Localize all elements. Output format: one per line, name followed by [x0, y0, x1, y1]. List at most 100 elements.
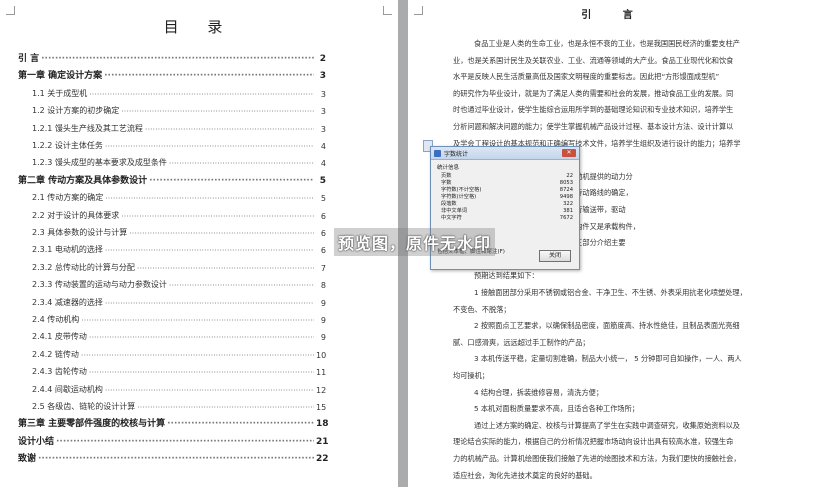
- toc-row[interactable]: 1.2.1 馒头生产线及其工艺流程 ·······················…: [32, 118, 326, 134]
- toc-row[interactable]: 2.4.3 齿轮传动 ······························…: [32, 361, 326, 377]
- toc-leader: ········································…: [168, 281, 314, 291]
- stat-row: 非中文单词 381: [437, 208, 573, 215]
- toc-row[interactable]: 2.2 对于设计的具体要求 ···························…: [32, 205, 326, 221]
- toc-row[interactable]: 2.3.2 总传动比的计算与分配 ························…: [32, 257, 326, 273]
- paragraph-line: 食品工业是人类的生命工业，也是永恒不衰的工业，也是我国国民经济的重要支柱产: [474, 39, 740, 48]
- toc-row[interactable]: 2.1 传动方案的确定 ·····························…: [32, 187, 326, 203]
- toc-row[interactable]: 2.3.1 电动机的选择 ····························…: [32, 239, 326, 255]
- stats-group-label: 统计信息: [437, 165, 460, 171]
- toc-label: 2.4 传动机构: [32, 315, 80, 324]
- toc-label: 致谢: [18, 454, 37, 465]
- toc-row[interactable]: 引 言 ·····································…: [18, 48, 326, 64]
- toc-page-number: 6: [320, 211, 326, 221]
- paragraph-line: 均可操机；: [453, 371, 489, 380]
- paragraph-line: 4 结构合理，拆装维修容易，清洗方便；: [474, 387, 604, 397]
- toc-label: 2.3.2 总传动比的计算与分配: [32, 262, 135, 272]
- toc-leader: ········································…: [149, 175, 314, 186]
- toc-row[interactable]: 1.2.2 设计主体任务 ····························…: [32, 135, 326, 151]
- toc-page-number: 3: [320, 89, 326, 99]
- toc-page-number: 7: [320, 263, 326, 273]
- paragraph-line: 通过上述方案的确定、校核与计算提高了学生在实践中调查研究，收集原始资料以及: [474, 420, 740, 430]
- toc-row[interactable]: 2.3.3 传动装置的运动与动力参数设计 ····················…: [32, 274, 326, 290]
- paragraph-line: 分析问题和解决问题的能力；使学生掌握机械产品设计过程、基本设计方法、设计计算以: [453, 122, 734, 131]
- close-icon[interactable]: ✕: [562, 149, 576, 157]
- toc-row[interactable]: 2.4.2 链传动 ·······························…: [32, 344, 326, 360]
- toc-leader: ········································…: [104, 71, 314, 82]
- stat-label: 页数: [441, 173, 452, 179]
- toc-row[interactable]: 致谢 ······································…: [18, 448, 329, 465]
- stat-row: 页数 22: [437, 173, 573, 180]
- toc-label: 1.2.3 馒头成型的基本要求及成型条件: [32, 158, 167, 168]
- dialog-title: 字数统计: [444, 150, 469, 158]
- toc-page-number: 6: [320, 246, 326, 256]
- toc-page-number: 8: [320, 281, 326, 291]
- toc-row[interactable]: 2.3 具体参数的设计与计算 ··························…: [32, 222, 326, 238]
- dialog-titlebar[interactable]: 字数统计 ✕: [431, 147, 579, 160]
- toc-row[interactable]: 2.5 各级齿、链轮的设计计算 ·························…: [32, 396, 326, 412]
- stat-label: 字符数(不计空格): [441, 187, 482, 193]
- intro-title: 引 言: [581, 10, 647, 21]
- toc-row[interactable]: 1.1 关于成型机 ·······························…: [32, 83, 326, 99]
- paragraph-line: 预期达到结果如下：: [474, 271, 539, 281]
- toc-row[interactable]: 2.4.4 间歇运动机构 ····························…: [32, 379, 326, 395]
- stat-label: 字符数(计空格): [441, 194, 477, 200]
- toc-page-number: 5: [319, 175, 326, 186]
- paragraph-line: 3 本机传送平稳，定量切割准确，制品大小统一， 5 分钟即可自如操作，一人、两人: [474, 354, 742, 364]
- toc-leader: ········································…: [88, 333, 314, 343]
- paragraph-line: 腻、口感滑爽，远远超过手工制作的产品；: [453, 337, 590, 347]
- toc-page-number: 3: [319, 71, 326, 82]
- toc-row[interactable]: 第三章 主要零部件强度的校核与计算 ·······················…: [18, 413, 329, 430]
- toc-page-number: 18: [316, 419, 329, 430]
- toc-page-number: 2: [319, 54, 326, 64]
- toc-page-number: 6: [320, 229, 326, 238]
- toc-label: 2.3.3 传动装置的运动与动力参数设计: [32, 280, 167, 290]
- toc-page-number: 4: [320, 142, 326, 151]
- close-button[interactable]: 关闭: [539, 250, 571, 262]
- toc-page-number: 9: [320, 298, 326, 308]
- toc-leader: ········································…: [89, 89, 314, 99]
- toc-row[interactable]: 设计小结 ····································…: [18, 431, 329, 447]
- stat-value: 9498: [559, 194, 573, 200]
- toc-label: 2.4.3 齿轮传动: [32, 367, 87, 377]
- toc-row[interactable]: 1.2 设计方案的初步确定 ···························…: [32, 100, 326, 116]
- toc-label: 2.4.4 间歇运动机构: [32, 384, 103, 394]
- toc-label: 2.4.2 链传动: [32, 349, 79, 359]
- stat-row: 字符数(不计空格) 8724: [437, 187, 573, 194]
- stat-label: 非中文单词: [441, 208, 467, 214]
- toc-row[interactable]: 第二章 传动方案及具体参数设计 ·························…: [18, 170, 326, 186]
- page-corner-mark: [383, 6, 392, 15]
- toc-leader: ········································…: [81, 316, 314, 325]
- paragraph-line: 5 本机对面粉质量要求不高，且适合各种工作场所；: [474, 404, 639, 414]
- toc-row[interactable]: 2.4.1 皮带传动 ······························…: [32, 326, 326, 342]
- toc-page-number: 9: [320, 316, 326, 325]
- paragraph-line: 水平是反映人民生活质量高低及国家文明程度的重要标志。因此把“方形馒面成型机”: [453, 72, 720, 82]
- toc-page-number: 9: [320, 333, 326, 343]
- toc-row[interactable]: 1.2.3 馒头成型的基本要求及成型条件 ····················…: [32, 152, 326, 168]
- stat-value: 381: [563, 208, 573, 214]
- toc-label: 设计小结: [18, 436, 55, 447]
- toc-title: 目 录: [163, 18, 235, 36]
- toc-page-number: 12: [316, 385, 327, 395]
- toc-label: 第二章 传动方案及具体参数设计: [18, 175, 148, 186]
- stat-row: 中文字符 7672: [437, 215, 573, 222]
- toc-label: 引 言: [18, 54, 40, 64]
- toc-label: 2.3.1 电动机的选择: [32, 245, 103, 255]
- toc-leader: ········································…: [129, 229, 314, 238]
- toc-leader: ········································…: [136, 263, 314, 273]
- paragraph-line: 力的机械产品。计算机绘图使我们接触了先进的绘图技术和方法，为我们更快的接触社会，: [453, 454, 741, 463]
- paragraph-line: 1 接触面团部分采用不锈钢或铝合金、干净卫生、不生锈、外表采用抗老化喷塑处理，: [474, 288, 747, 297]
- toc-leader: ········································…: [105, 194, 314, 204]
- toc-leader: ········································…: [80, 350, 314, 360]
- toc-row[interactable]: 第一章 确定设计方案 ······························…: [18, 65, 326, 81]
- watermark: 预览图，原件无水印: [334, 228, 496, 256]
- toc-row[interactable]: 2.3.4 减速器的选择 ····························…: [32, 292, 326, 308]
- toc-label: 2.3 具体参数的设计与计算: [32, 228, 128, 237]
- toc-leader: ········································…: [41, 54, 314, 64]
- toc-row[interactable]: 2.4 传动机构 ································…: [32, 309, 326, 325]
- toc-leader: ········································…: [121, 211, 314, 221]
- toc-label: 第一章 确定设计方案: [18, 71, 103, 82]
- stat-value: 8053: [559, 180, 573, 186]
- stat-value: 22: [566, 173, 573, 179]
- toc-leader: ········································…: [137, 403, 314, 412]
- stat-label: 段落数: [441, 201, 457, 207]
